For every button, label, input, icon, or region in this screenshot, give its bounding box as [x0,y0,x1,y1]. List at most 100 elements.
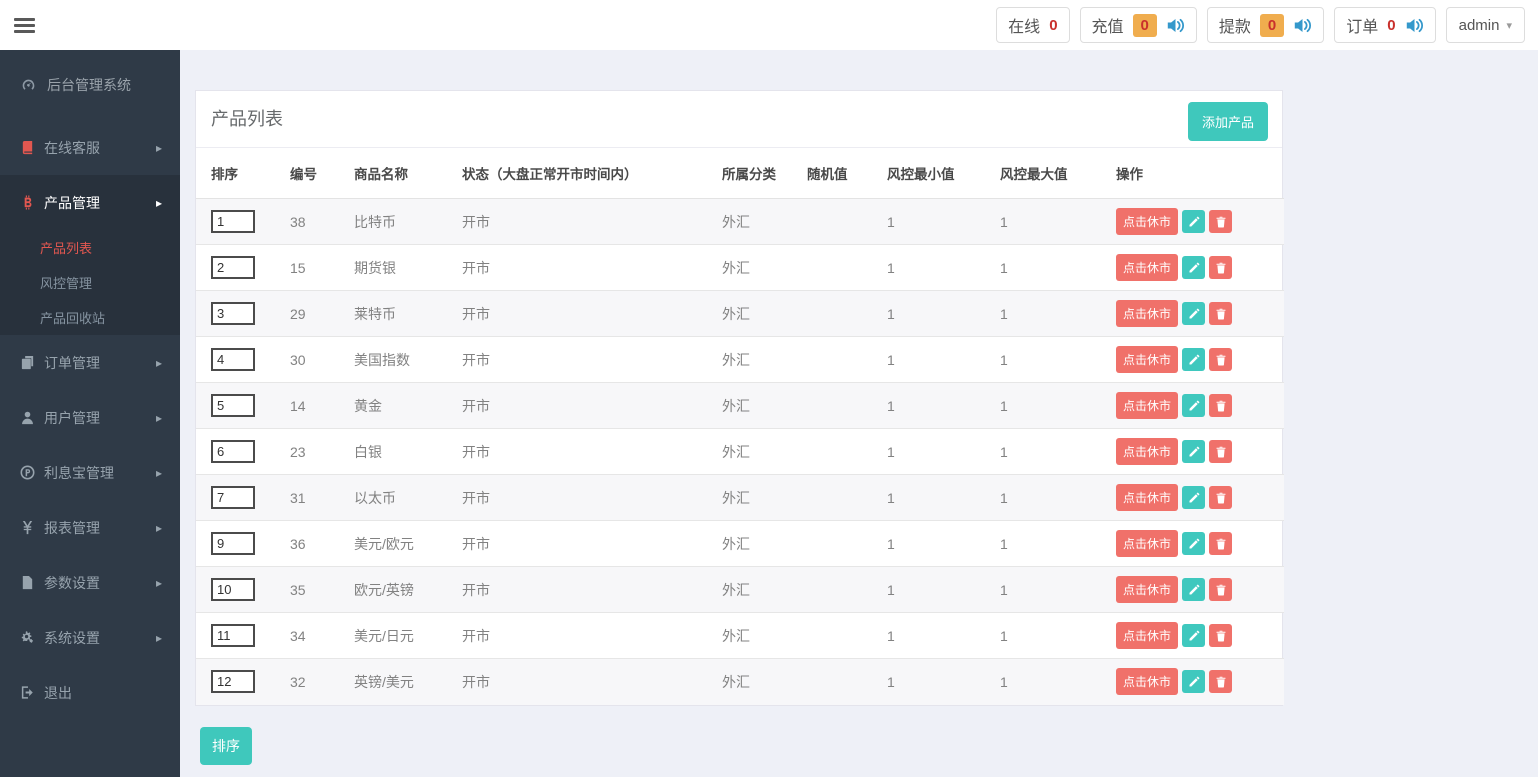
table-row: 23白银开市外汇 11 点击休市 [196,428,1284,475]
sidebar-item-online-service[interactable]: 在线客服 ▸ [0,120,180,175]
cell-sort [196,382,282,429]
pencil-icon [1188,583,1200,596]
admin-menu[interactable]: admin ▾ [1445,7,1525,43]
pencil-icon [1188,399,1200,412]
cell-actions: 点击休市 [1108,566,1284,613]
sidebar-item-label: 报表管理 [44,519,100,536]
cell-status: 开市 [454,336,714,383]
delete-button[interactable] [1209,302,1233,325]
delete-button[interactable] [1209,348,1233,371]
cell-actions: 点击休市 [1108,336,1284,383]
cell-actions: 点击休市 [1108,658,1284,705]
cell-status: 开市 [462,213,490,230]
close-market-button[interactable]: 点击休市 [1116,300,1179,327]
cell-risk-max: 1 [1000,213,1008,230]
edit-button[interactable] [1182,440,1206,463]
stat-withdraw[interactable]: 提款 0 [1206,7,1325,43]
delete-button[interactable] [1209,624,1233,647]
sort-input[interactable] [211,348,255,371]
sidebar-item-product-management[interactable]: 产品管理 ▸ [0,175,180,230]
cell-risk-max: 1 [992,336,1108,383]
sidebar-item-order-management[interactable]: 订单管理 ▸ [0,335,180,390]
trash-icon [1215,538,1227,550]
cell-actions: 点击休市 [1108,244,1284,291]
cell-name: 白银 [346,428,454,475]
delete-button[interactable] [1209,670,1233,694]
close-market-button[interactable]: 点击休市 [1116,668,1179,696]
chevron-right-icon: ▸ [155,355,162,370]
sort-input[interactable] [211,394,255,417]
delete-button[interactable] [1209,394,1233,417]
sidebar-item-report-management[interactable]: 报表管理 ▸ [0,500,180,555]
sidebar-item-risk-management[interactable]: 风控管理 [0,265,180,300]
delete-button[interactable] [1209,256,1233,279]
edit-button[interactable] [1182,578,1206,601]
sort-input[interactable] [211,302,255,325]
cell-category: 外汇 [714,336,799,383]
sort-button[interactable]: 排序 [200,726,252,765]
cell-category: 外汇 [714,520,799,567]
cell-status: 开市 [454,520,714,567]
edit-button[interactable] [1182,302,1206,325]
delete-button[interactable] [1209,440,1233,463]
sidebar-item-user-management[interactable]: 用户管理 ▸ [0,390,180,445]
edit-button[interactable] [1182,394,1206,417]
cell-id: 34 [282,612,346,659]
edit-button[interactable] [1182,670,1206,694]
edit-button[interactable] [1182,486,1206,509]
cell-random [799,612,879,659]
stat-recharge[interactable]: 充值 0 [1079,7,1197,43]
close-market-button[interactable]: 点击休市 [1116,484,1179,511]
sort-input[interactable] [211,210,255,233]
sort-input[interactable] [211,256,255,279]
edit-button[interactable] [1182,532,1206,555]
sidebar-item-parameter-settings[interactable]: 参数设置 ▸ [0,555,180,610]
close-market-button[interactable]: 点击休市 [1116,346,1179,373]
close-market-button[interactable]: 点击休市 [1116,530,1179,557]
edit-button[interactable] [1182,624,1206,647]
close-market-button[interactable]: 点击休市 [1116,622,1179,649]
speaker-icon[interactable] [1293,16,1312,35]
sidebar-item-logout[interactable]: 退出 [0,665,180,720]
chevron-right-icon: ▸ [155,630,162,645]
sort-input[interactable] [211,532,255,555]
edit-button[interactable] [1182,210,1206,233]
close-market-button[interactable]: 点击休市 [1116,438,1179,465]
sort-input[interactable] [211,578,255,601]
edit-button[interactable] [1182,348,1206,371]
trash-icon [1215,262,1227,274]
stat-online[interactable]: 在线 0 [996,7,1070,43]
sort-input[interactable] [211,440,255,463]
sidebar-item-interest-management[interactable]: 利息宝管理 ▸ [0,445,180,500]
menu-icon[interactable] [14,15,35,36]
sort-input[interactable] [211,624,255,647]
cell-risk-max: 1 [992,658,1108,705]
speaker-icon[interactable] [1405,16,1424,35]
close-market-button[interactable]: 点击休市 [1116,254,1179,281]
sort-input[interactable] [211,670,255,694]
trash-icon [1215,308,1227,320]
close-market-button[interactable]: 点击休市 [1116,392,1179,419]
sidebar-item-product-recycle[interactable]: 产品回收站 [0,300,180,335]
close-market-button[interactable]: 点击休市 [1116,576,1179,603]
stat-order[interactable]: 订单 0 [1334,7,1436,43]
speaker-icon[interactable] [1166,16,1185,35]
add-product-button[interactable]: 添加产品 [1187,102,1268,141]
table-row: 30美国指数开市外汇 11 点击休市 [196,336,1284,383]
sort-input[interactable] [211,486,255,509]
delete-button[interactable] [1209,486,1233,509]
sidebar-item-system-settings[interactable]: 系统设置 ▸ [0,610,180,665]
delete-button[interactable] [1209,532,1233,555]
edit-button[interactable] [1182,256,1206,279]
cell-random [799,566,879,613]
cell-risk-min: 1 [879,520,992,567]
close-market-button[interactable]: 点击休市 [1116,208,1179,235]
column-header: 所属分类 [714,148,799,199]
sidebar-item-product-list[interactable]: 产品列表 [0,230,180,265]
cell-actions: 点击休市 [1108,474,1284,521]
cell-name: 美元/欧元 [346,520,454,567]
cell-name: 欧元/英镑 [346,566,454,613]
delete-button[interactable] [1209,210,1233,233]
sidebar-item-label: 在线客服 [44,139,100,156]
delete-button[interactable] [1209,578,1233,601]
